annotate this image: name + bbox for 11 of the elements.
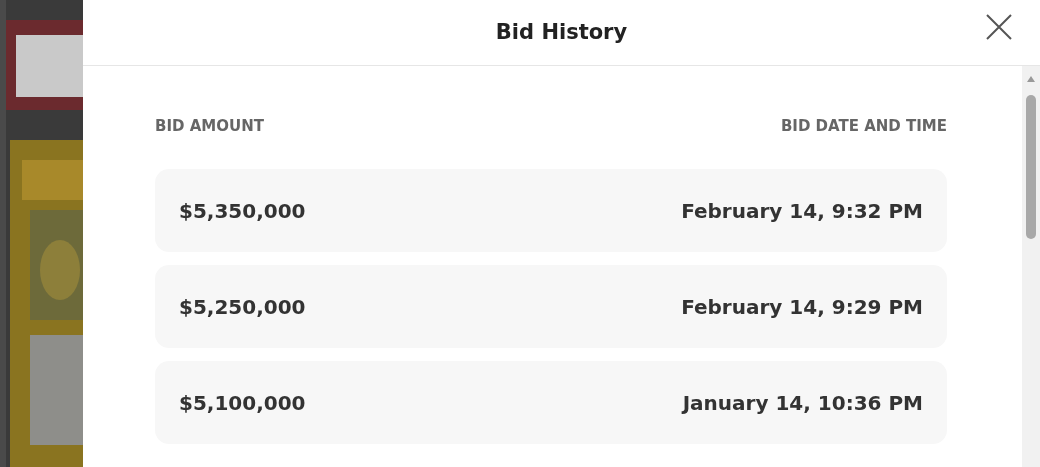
bid-date: February 14, 9:32 PM bbox=[681, 197, 923, 225]
bid-date: February 14, 9:29 PM bbox=[681, 293, 923, 321]
bid-amount: $5,100,000 bbox=[179, 389, 306, 417]
column-header: BID DATE AND TIME bbox=[780, 116, 947, 136]
bid-amount: $5,250,000 bbox=[179, 293, 306, 321]
scrollbar[interactable] bbox=[1022, 66, 1040, 467]
bid-date: January 14, 10:36 PM bbox=[682, 389, 923, 417]
column-header: BID AMOUNT bbox=[155, 116, 264, 136]
bid-amount: $5,350,000 bbox=[179, 197, 306, 225]
dialog-title: Bid History bbox=[495, 18, 628, 46]
close-icon bbox=[985, 13, 1013, 41]
